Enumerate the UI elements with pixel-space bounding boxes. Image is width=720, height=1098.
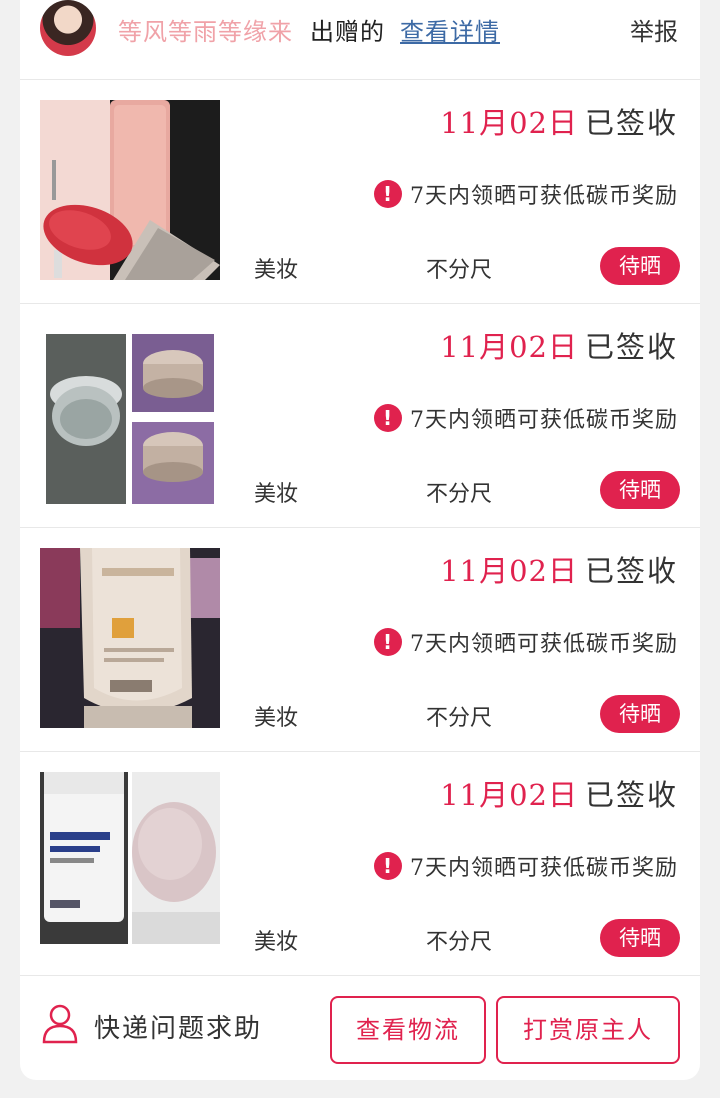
pending-share-button[interactable]: 待晒: [600, 471, 680, 509]
signed-date: 11月02日: [440, 106, 578, 140]
size-label: 不分尺: [426, 930, 493, 955]
avatar[interactable]: [40, 0, 96, 56]
list-item[interactable]: 11月02日 已签收 ! 7天内领晒可获低碳币奖励 美妆 不分尺 待晒: [20, 752, 700, 976]
footer-actions: 快递问题求助 查看物流 打赏原主人: [20, 976, 700, 1080]
giver-header: 等风等雨等缘来 出赠的 查看详情 举报: [20, 0, 700, 80]
signed-date: 11月02日: [440, 554, 578, 588]
reward-notice-text: 7天内领晒可获低碳币奖励: [410, 632, 678, 657]
product-thumbnail-cream[interactable]: [40, 324, 220, 504]
category-label: 美妆: [254, 482, 299, 507]
courier-help-link[interactable]: 快递问题求助: [94, 1008, 262, 1045]
list-item[interactable]: 11月02日 已签收 ! 7天内领晒可获低碳币奖励 美妆 不分尺 待晒: [20, 80, 700, 304]
exclamation-circle-icon: !: [374, 628, 402, 656]
product-thumbnail-lipstick[interactable]: [40, 100, 220, 280]
product-thumbnail-sunscreen[interactable]: [40, 548, 220, 728]
person-outline-icon[interactable]: [42, 1004, 78, 1044]
exclamation-circle-icon: !: [374, 852, 402, 880]
reward-notice-text: 7天内领晒可获低碳币奖励: [410, 856, 678, 881]
list-item[interactable]: 11月02日 已签收 ! 7天内领晒可获低碳币奖励 美妆 不分尺 待晒: [20, 528, 700, 752]
gift-card: 等风等雨等缘来 出赠的 查看详情 举报 11月02日 已签收 ! 7天内领晒可获…: [20, 0, 700, 1080]
reward-notice: ! 7天内领晒可获低碳币奖励: [374, 626, 678, 658]
product-thumbnail-gel[interactable]: [40, 772, 220, 952]
size-label: 不分尺: [426, 258, 493, 283]
exclamation-circle-icon: !: [374, 180, 402, 208]
giver-name[interactable]: 等风等雨等缘来: [118, 12, 293, 47]
pending-share-button[interactable]: 待晒: [600, 695, 680, 733]
status-label: 已签收: [584, 330, 678, 364]
category-label: 美妆: [254, 258, 299, 283]
report-button[interactable]: 举报: [630, 12, 678, 47]
reward-notice-text: 7天内领晒可获低碳币奖励: [410, 408, 678, 433]
view-details-link[interactable]: 查看详情: [400, 12, 500, 47]
size-label: 不分尺: [426, 482, 493, 507]
category-label: 美妆: [254, 706, 299, 731]
category-label: 美妆: [254, 930, 299, 955]
size-label: 不分尺: [426, 706, 493, 731]
status-label: 已签收: [584, 554, 678, 588]
signed-date: 11月02日: [440, 330, 578, 364]
reward-notice: ! 7天内领晒可获低碳币奖励: [374, 402, 678, 434]
reward-notice-text: 7天内领晒可获低碳币奖励: [410, 184, 678, 209]
exclamation-circle-icon: !: [374, 404, 402, 432]
status-label: 已签收: [584, 778, 678, 812]
tip-owner-button[interactable]: 打赏原主人: [496, 996, 680, 1064]
view-logistics-button[interactable]: 查看物流: [330, 996, 486, 1064]
pending-share-button[interactable]: 待晒: [600, 247, 680, 285]
signed-date: 11月02日: [440, 778, 578, 812]
reward-notice: ! 7天内领晒可获低碳币奖励: [374, 178, 678, 210]
list-item[interactable]: 11月02日 已签收 ! 7天内领晒可获低碳币奖励 美妆 不分尺 待晒: [20, 304, 700, 528]
reward-notice: ! 7天内领晒可获低碳币奖励: [374, 850, 678, 882]
status-label: 已签收: [584, 106, 678, 140]
gift-label: 出赠的: [310, 18, 385, 46]
pending-share-button[interactable]: 待晒: [600, 919, 680, 957]
